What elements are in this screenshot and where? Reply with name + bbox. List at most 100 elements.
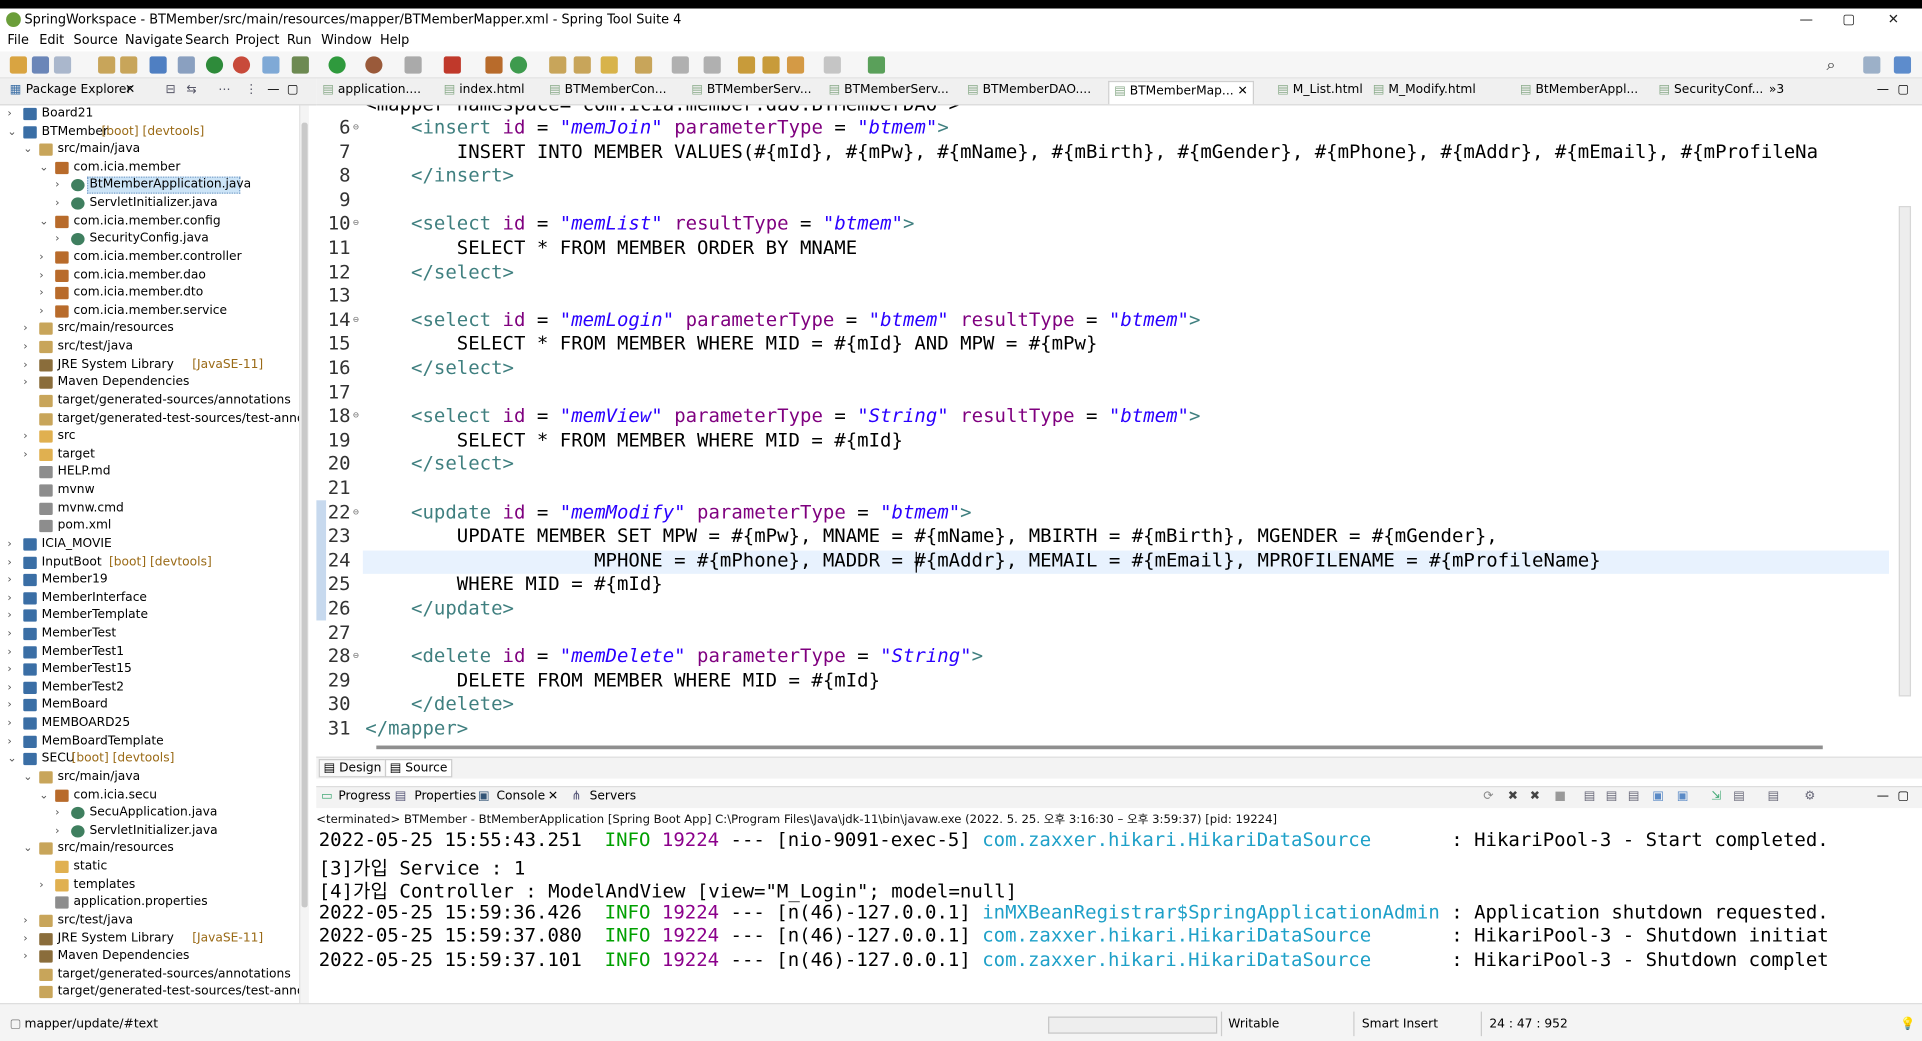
design-tab[interactable]: ▤ Design xyxy=(318,759,387,778)
editor-tab[interactable]: ▤ BtMemberAppl... xyxy=(1515,81,1643,104)
tree-item[interactable]: › MemBoard xyxy=(0,697,299,715)
menu-search[interactable]: Search xyxy=(185,33,229,48)
menu-file[interactable]: File xyxy=(7,33,29,48)
chevron-right-icon[interactable]: › xyxy=(39,285,43,302)
minimize-view-icon[interactable]: — xyxy=(267,83,279,96)
editor-scrollbar[interactable] xyxy=(1890,105,1922,741)
tree-item[interactable]: › src/main/resources xyxy=(0,321,299,339)
filter-icon[interactable]: ⋯ xyxy=(218,83,230,96)
menu-navigate[interactable]: Navigate xyxy=(125,33,183,48)
tree-item[interactable]: › src/test/java xyxy=(0,912,299,930)
status-insert-mode[interactable]: Smart Insert xyxy=(1362,1018,1438,1031)
chevron-right-icon[interactable]: › xyxy=(39,249,43,266)
show-stdout-icon[interactable]: ▣ xyxy=(1652,790,1664,803)
external-tools-icon[interactable] xyxy=(404,56,422,74)
new-class-icon[interactable] xyxy=(509,56,528,74)
open-console-icon[interactable]: ▤ xyxy=(1768,790,1780,803)
console-icon[interactable] xyxy=(149,56,167,74)
menu-run[interactable]: Run xyxy=(287,33,312,48)
server-icon[interactable] xyxy=(443,56,461,74)
tree-item[interactable]: mvnw.cmd xyxy=(0,500,299,518)
link-icon[interactable] xyxy=(262,56,280,74)
minimize-button[interactable]: — xyxy=(1799,11,1812,27)
annotation-icon[interactable] xyxy=(634,56,653,74)
tree-item[interactable]: › target xyxy=(0,446,299,464)
chevron-right-icon[interactable]: › xyxy=(7,733,11,750)
pin-editor-icon[interactable] xyxy=(867,56,886,74)
save-icon[interactable] xyxy=(31,56,50,74)
menu-window[interactable]: Window xyxy=(321,33,372,48)
tree-item[interactable]: › JRE System Library [JavaSE-11] xyxy=(0,356,299,374)
tree-item[interactable]: target/generated-sources/annotations xyxy=(0,392,299,410)
editor-tab[interactable]: ▤ BTMemberServ... xyxy=(824,81,954,104)
editor-tabs-overflow[interactable]: »3 xyxy=(1769,83,1784,96)
chevron-down-icon[interactable]: ⌄ xyxy=(39,213,48,230)
editor-tab[interactable]: ▤ BTMemberServ... xyxy=(686,81,816,104)
last-edit-icon[interactable] xyxy=(737,56,756,74)
tree-item[interactable]: ⌄ BTMember [boot] [devtools] xyxy=(0,123,299,141)
link-editor-icon[interactable]: ⇆ xyxy=(186,83,196,96)
menu-project[interactable]: Project xyxy=(235,33,279,48)
tree-item[interactable]: target/generated-sources/annotations xyxy=(0,966,299,984)
tab-console[interactable]: Console xyxy=(496,790,545,803)
run-icon[interactable] xyxy=(328,56,346,74)
open-task-icon[interactable] xyxy=(573,56,591,74)
chevron-right-icon[interactable]: › xyxy=(7,105,11,122)
tab-servers[interactable]: Servers xyxy=(590,790,637,803)
open-folder-icon[interactable] xyxy=(549,56,567,74)
tree-item[interactable]: › MEMBOARD25 xyxy=(0,715,299,733)
tree-item[interactable]: › Board21 xyxy=(0,105,299,123)
tree-item[interactable]: › ServletInitializer.java xyxy=(0,823,299,841)
tree-item[interactable]: static xyxy=(0,858,299,876)
tree-item[interactable]: › src/test/java xyxy=(0,338,299,356)
tree-item[interactable]: › Maven Dependencies xyxy=(0,948,299,966)
fold-icon[interactable]: ⊖ xyxy=(353,218,359,229)
tree-item[interactable]: target/generated-test-sources/test-annot… xyxy=(0,410,299,428)
fold-icon[interactable]: ⊖ xyxy=(353,410,359,421)
tree-item[interactable]: › com.icia.member.service xyxy=(0,303,299,321)
terminate-icon[interactable]: ■ xyxy=(1554,790,1566,803)
search-icon[interactable]: ⌕ xyxy=(1826,56,1843,74)
editor-hscrollbar[interactable] xyxy=(376,741,1829,753)
editor-tab[interactable]: ▤ M_List.html xyxy=(1272,81,1367,104)
tree-item[interactable]: › src xyxy=(0,428,299,446)
chevron-right-icon[interactable]: › xyxy=(23,912,27,929)
tree-item[interactable]: › MemberTest xyxy=(0,625,299,643)
chevron-right-icon[interactable]: › xyxy=(7,679,11,696)
link-console-icon[interactable]: ⟳ xyxy=(1483,790,1493,803)
chevron-right-icon[interactable]: › xyxy=(55,805,59,822)
chevron-right-icon[interactable]: › xyxy=(55,823,59,840)
package-explorer-tab[interactable]: Package Explorer xyxy=(26,83,132,96)
chevron-down-icon[interactable]: ⌄ xyxy=(23,769,32,786)
xml-editor[interactable]: <mapper namespace="com.icia.member.dao.B… xyxy=(316,105,1922,741)
tree-item[interactable]: › InputBoot [boot] [devtools] xyxy=(0,554,299,572)
debug-icon[interactable] xyxy=(291,56,309,74)
tree-item[interactable]: HELP.md xyxy=(0,464,299,482)
chevron-right-icon[interactable]: › xyxy=(23,374,27,391)
minimize-editor-icon[interactable]: — xyxy=(1877,83,1889,96)
tree-item[interactable]: ⌄ src/main/resources xyxy=(0,840,299,858)
search-tool-icon[interactable] xyxy=(600,56,618,74)
close-button[interactable]: ✕ xyxy=(1888,11,1899,27)
new-package-icon[interactable] xyxy=(485,56,503,74)
chevron-right-icon[interactable]: › xyxy=(23,321,27,338)
tree-item[interactable]: ⌄ com.icia.member xyxy=(0,159,299,177)
open-resource-icon[interactable] xyxy=(120,56,138,74)
tree-item[interactable]: ⌄ src/main/java xyxy=(0,141,299,159)
editor-tab[interactable]: ▤ index.html xyxy=(439,81,530,104)
tree-item[interactable]: › MemberTest2 xyxy=(0,679,299,697)
fold-icon[interactable]: ⊖ xyxy=(353,650,359,661)
close-tab-icon[interactable]: ✕ xyxy=(1234,85,1248,98)
pin-console-icon[interactable]: ⇲ xyxy=(1711,790,1721,803)
chevron-right-icon[interactable]: › xyxy=(23,930,27,947)
stop-icon[interactable] xyxy=(232,56,251,74)
chevron-right-icon[interactable]: › xyxy=(55,231,59,248)
console-settings-icon[interactable]: ⚙ xyxy=(1804,790,1815,803)
next-annotation-icon[interactable] xyxy=(671,56,689,74)
close-icon[interactable]: ✕ xyxy=(125,83,135,96)
editor-hscroll-thumb[interactable] xyxy=(376,745,1823,750)
tree-item[interactable]: › Maven Dependencies xyxy=(0,374,299,392)
chevron-right-icon[interactable]: › xyxy=(39,876,43,893)
tree-item[interactable]: › com.icia.member.controller xyxy=(0,249,299,267)
tree-item[interactable]: › MemberTest1 xyxy=(0,643,299,661)
